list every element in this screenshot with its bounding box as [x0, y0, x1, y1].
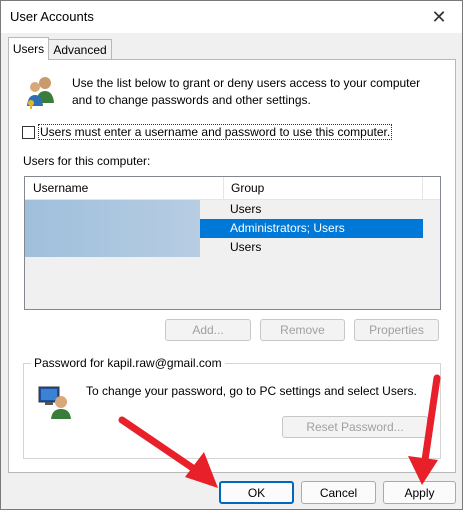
- arrow-to-apply: [408, 374, 441, 485]
- red-arrow-annotations: [118, 374, 441, 488]
- tab-users[interactable]: Users: [8, 37, 49, 60]
- arrow-to-ok: [118, 416, 218, 488]
